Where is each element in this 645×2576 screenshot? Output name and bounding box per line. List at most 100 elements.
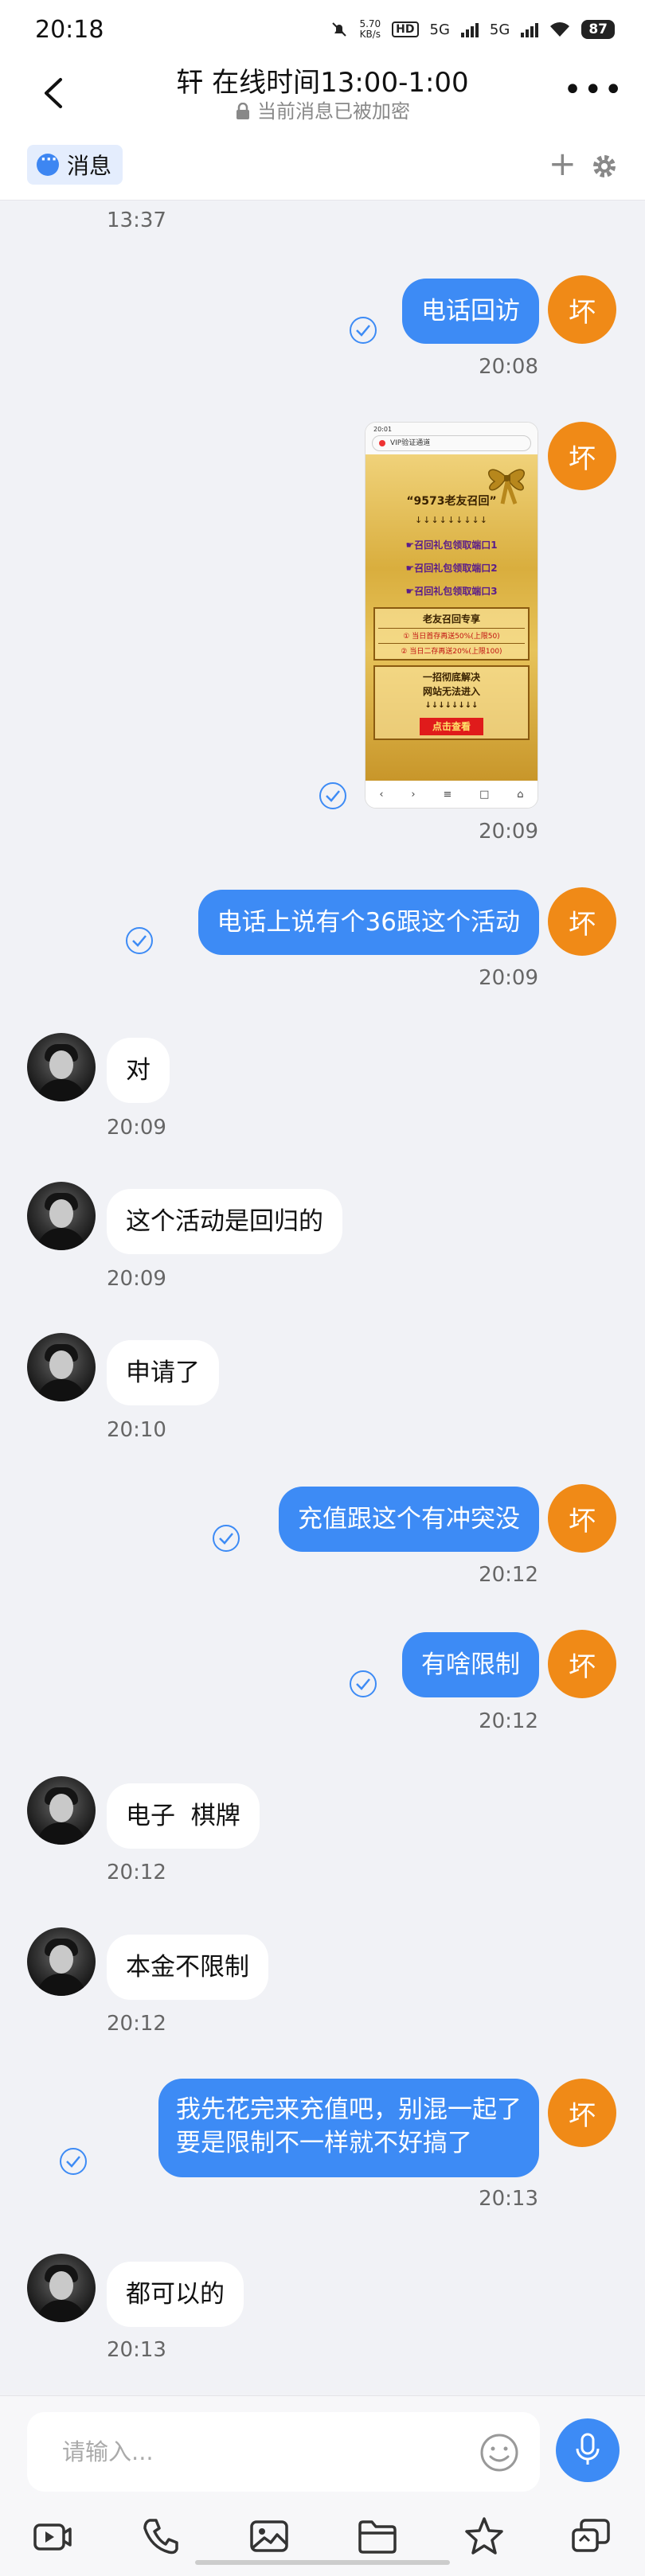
read-check-icon <box>60 2148 87 2175</box>
mute-bell-icon <box>332 22 347 37</box>
my-avatar[interactable]: 坏 <box>548 1484 616 1553</box>
star-icon[interactable] <box>463 2516 505 2557</box>
screenshot-promo-page: “9573老友召回” ↓↓↓↓↓↓↓↓↓ ☛召回礼包领取端口1 ☛召回礼包领取端… <box>366 454 538 781</box>
promo-fix-panel: 一招彻底解决 网站无法进入 ↓↓↓↓↓↓↓↓ 点击查看 <box>373 665 530 740</box>
phone-icon[interactable] <box>140 2516 182 2557</box>
my-avatar[interactable]: 坏 <box>548 422 616 490</box>
promo-arrows: ↓↓↓↓↓↓↓↓↓ <box>415 515 488 525</box>
contact-avatar[interactable] <box>27 1182 96 1250</box>
contact-avatar[interactable] <box>27 1333 96 1401</box>
message-input[interactable] <box>27 2412 441 2492</box>
promo-fix-arrows: ↓↓↓↓↓↓↓↓ <box>424 701 479 710</box>
message-line: 要是限制不一样就不好搞了 <box>176 2129 472 2157</box>
video-icon[interactable] <box>32 2516 73 2557</box>
net-speed-value: 5.70 <box>359 18 381 29</box>
home-indicator <box>195 2560 450 2565</box>
message-time: 20:09 <box>479 820 538 844</box>
nav-tabs-icon: □ <box>479 788 490 801</box>
emoji-icon[interactable] <box>479 2433 519 2473</box>
promo-link: ☛召回礼包领取端口1 <box>405 540 498 551</box>
plus-icon[interactable]: + <box>549 147 577 181</box>
status-time: 20:18 <box>35 16 104 44</box>
hd-badge: HD <box>392 21 419 37</box>
status-icons: 5.70 KB/s HD 5G 5G 87 <box>330 19 615 40</box>
gift-bow-icon <box>488 469 525 505</box>
microphone-icon <box>576 2433 600 2465</box>
read-check-icon <box>126 927 153 954</box>
my-avatar[interactable]: 坏 <box>548 887 616 956</box>
image-message[interactable]: 20:01 VIP验证通道 “9573老友召回” ↓↓↓↓↓↓↓↓↓ ☛召回礼包… <box>365 422 538 809</box>
promo-panel-title: 老友召回专享 <box>422 614 480 625</box>
message-bubble-outgoing[interactable]: 我先花完来充值吧，别混一起了 要是限制不一样就不好搞了 <box>158 2079 539 2177</box>
promo-panel-row: ① 当日首存再送50%(上限50) <box>378 628 525 641</box>
message-time: 13:37 <box>107 208 166 232</box>
nav-menu-icon: ≡ <box>443 788 452 801</box>
message-bubble-incoming[interactable]: 本金不限制 <box>107 1935 268 2000</box>
wifi-icon <box>550 22 570 37</box>
contact-avatar[interactable] <box>27 2254 96 2322</box>
tab-row: 消息 + <box>0 140 645 201</box>
promo-link: ☛召回礼包领取端口2 <box>405 563 498 574</box>
contact-avatar[interactable] <box>27 1033 96 1101</box>
promo-fix-line: 网站无法进入 <box>422 686 480 697</box>
message-time: 20:12 <box>479 1563 538 1587</box>
chat-header: 轩 在线时间13:00-1:00 当前消息已被加密 ••• <box>0 60 645 140</box>
folder-icon[interactable] <box>357 2516 398 2557</box>
encryption-text: 当前消息已被加密 <box>257 100 410 123</box>
message-time: 20:08 <box>479 355 538 379</box>
message-bubble-outgoing[interactable]: 电话上说有个36跟这个活动 <box>197 890 539 955</box>
battery-indicator: 87 <box>581 20 615 39</box>
message-time: 20:12 <box>479 1709 538 1733</box>
screenshot-nav-bar: ‹ › ≡ □ ⌂ <box>366 781 538 808</box>
network-5g-1: 5G <box>429 21 450 38</box>
message-time: 20:13 <box>107 2338 166 2362</box>
my-avatar[interactable]: 坏 <box>548 275 616 344</box>
message-bubble-incoming[interactable]: 这个活动是回归的 <box>107 1189 342 1254</box>
message-bubble-outgoing[interactable]: 电话回访 <box>402 279 539 344</box>
chat-title: 轩 在线时间13:00-1:00 <box>176 67 469 99</box>
contact-avatar[interactable] <box>27 1776 96 1845</box>
gear-icon[interactable] <box>591 153 618 180</box>
promo-go-button: 点击查看 <box>419 718 483 735</box>
voice-button[interactable] <box>556 2418 620 2482</box>
net-speed-unit: KB/s <box>359 29 381 40</box>
message-line: 我先花完来充值吧，别混一起了 <box>176 2095 522 2124</box>
nav-forward-icon: › <box>411 788 416 801</box>
message-bubble-incoming[interactable]: 都可以的 <box>107 2262 244 2327</box>
message-bubble-incoming[interactable]: 申请了 <box>107 1340 219 1405</box>
message-time: 20:13 <box>479 2187 538 2211</box>
read-check-icon <box>319 782 346 809</box>
message-time: 20:09 <box>107 1116 166 1140</box>
message-input-box <box>27 2412 540 2492</box>
tab-messages[interactable]: 消息 <box>27 145 123 185</box>
image-icon[interactable] <box>248 2516 290 2557</box>
screenshot-url-bar: VIP验证通道 <box>372 435 531 451</box>
my-avatar[interactable]: 坏 <box>548 1630 616 1698</box>
contact-avatar[interactable] <box>27 1927 96 1996</box>
message-time: 20:10 <box>107 1418 166 1442</box>
nav-back-icon: ‹ <box>379 788 384 801</box>
encryption-notice: 当前消息已被加密 <box>0 95 645 123</box>
nav-home-icon: ⌂ <box>517 788 524 801</box>
message-time: 20:12 <box>107 2012 166 2036</box>
network-5g-2: 5G <box>489 21 510 38</box>
promo-link: ☛召回礼包领取端口3 <box>405 586 498 597</box>
read-check-icon <box>350 317 377 344</box>
message-bubble-outgoing[interactable]: 有啥限制 <box>402 1632 539 1697</box>
tab-messages-label: 消息 <box>67 153 112 179</box>
message-bubble-incoming[interactable]: 对 <box>107 1038 170 1103</box>
lock-icon <box>236 103 249 119</box>
my-avatar[interactable]: 坏 <box>548 2079 616 2147</box>
net-speed: 5.70 KB/s <box>359 19 381 40</box>
status-bar: 20:18 5.70 KB/s HD 5G 5G 87 <box>0 0 645 60</box>
screenshot-status-time: 20:01 <box>373 426 393 433</box>
message-bubble-outgoing[interactable]: 充值跟这个有冲突没 <box>279 1487 539 1552</box>
message-time: 20:09 <box>107 1267 166 1291</box>
message-bubble-incoming[interactable]: 电子 棋牌 <box>107 1783 260 1849</box>
chat-icon <box>37 151 59 176</box>
reply-icon[interactable] <box>570 2516 612 2557</box>
message-time: 20:09 <box>479 966 538 990</box>
promo-fix-line: 一招彻底解决 <box>422 672 480 683</box>
more-icon[interactable]: ••• <box>563 74 624 106</box>
screenshot-browser-bar: 20:01 VIP验证通道 <box>366 423 538 454</box>
